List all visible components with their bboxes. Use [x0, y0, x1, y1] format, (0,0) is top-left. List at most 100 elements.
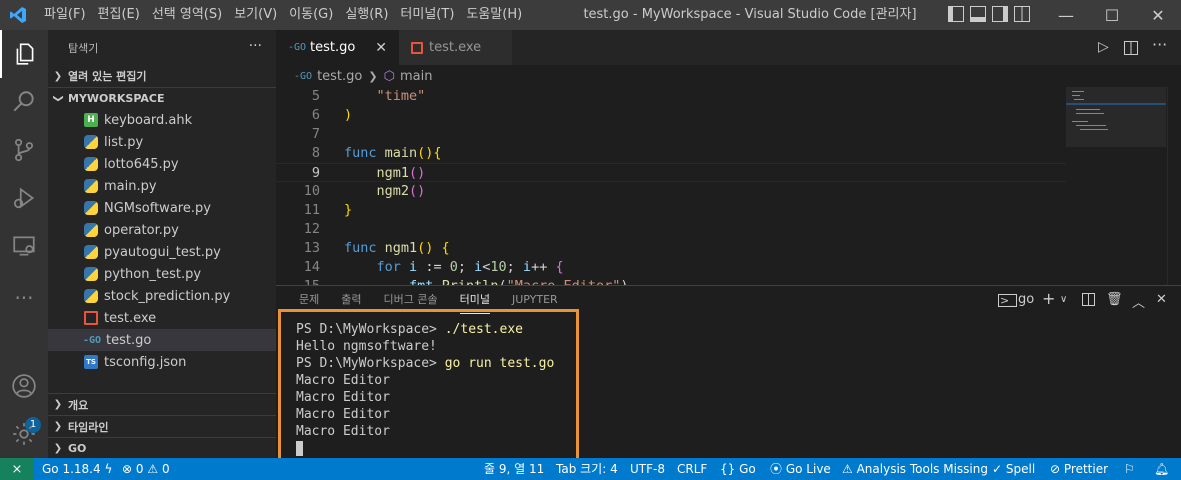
- go-section[interactable]: ❯ GO: [48, 438, 276, 460]
- terminal-name[interactable]: go: [1018, 292, 1034, 307]
- split-terminal-icon[interactable]: [1082, 293, 1095, 306]
- file-item[interactable]: test.exe: [48, 307, 276, 329]
- file-item[interactable]: -GO test.go: [48, 329, 276, 351]
- close-tab-icon[interactable]: ✕: [375, 40, 387, 56]
- toggle-panel-icon[interactable]: [970, 6, 986, 22]
- file-item[interactable]: operator.py: [48, 219, 276, 241]
- menu-file[interactable]: 파일(F): [38, 0, 92, 30]
- encoding[interactable]: UTF-8: [630, 458, 665, 480]
- file-item[interactable]: python_test.py: [48, 263, 276, 285]
- accounts-icon[interactable]: [0, 362, 48, 410]
- timeline-section[interactable]: ❯ 타임라인: [48, 416, 276, 438]
- maximize-panel-icon[interactable]: ︿: [1132, 292, 1145, 311]
- go-version-label: Go 1.18.4: [42, 462, 101, 476]
- end-of-line[interactable]: CRLF: [677, 458, 707, 480]
- run-file-icon[interactable]: ▷: [1098, 39, 1109, 55]
- chevron-down-icon[interactable]: ∨: [1060, 294, 1067, 305]
- sidebar-more-icon[interactable]: ···: [249, 38, 262, 54]
- source-control-icon[interactable]: [0, 126, 48, 174]
- tab-label: test.go: [310, 40, 356, 55]
- cursor-position[interactable]: 줄 9, 열 11: [484, 458, 544, 480]
- python-file-icon: [84, 289, 98, 303]
- close-panel-icon[interactable]: ✕: [1156, 292, 1167, 307]
- menu-selection[interactable]: 선택 영역(S): [146, 0, 228, 30]
- spell-check-button[interactable]: ✓ Spell: [992, 458, 1035, 480]
- file-item[interactable]: pyautogui_test.py: [48, 241, 276, 263]
- line-number: 5: [311, 88, 320, 104]
- timeline-label: 타임라인: [68, 420, 109, 434]
- notifications-bell-icon[interactable]: 🔔︎: [1154, 458, 1169, 480]
- file-name: main.py: [104, 178, 157, 194]
- minimap[interactable]: [1066, 87, 1181, 285]
- window-title: test.go - MyWorkspace - Visual Studio Co…: [583, 7, 917, 22]
- language-label: Go: [739, 462, 756, 476]
- tab-test-go[interactable]: -GO test.go ✕: [276, 30, 399, 65]
- menu-edit[interactable]: 편집(E): [92, 0, 146, 30]
- minimize-button[interactable]: —: [1043, 0, 1089, 30]
- trash-icon[interactable]: 🗑: [1106, 292, 1123, 307]
- menu-go[interactable]: 이동(G): [283, 0, 339, 30]
- activity-bar: ··· 1: [0, 30, 48, 458]
- terminal-line: Macro Editor: [296, 423, 576, 440]
- outline-section[interactable]: ❯ 개요: [48, 394, 276, 416]
- file-item[interactable]: lotto645.py: [48, 153, 276, 175]
- close-window-button[interactable]: ✕: [1135, 0, 1181, 30]
- code-function: ngm1: [376, 165, 410, 181]
- remote-indicator-button[interactable]: ⨯: [0, 458, 34, 480]
- breadcrumb-symbol[interactable]: main: [400, 69, 432, 84]
- code-line: 15 fmt.Println("Macro Editor"): [276, 277, 1066, 285]
- run-debug-icon[interactable]: [0, 174, 48, 222]
- minimap-slider[interactable]: [1066, 87, 1166, 147]
- open-editors-section[interactable]: ❯ 열려 있는 편집기: [48, 65, 276, 87]
- split-editor-icon[interactable]: [1124, 41, 1138, 55]
- explorer-icon[interactable]: [0, 30, 48, 78]
- code-line: 13 func ngm1() {: [276, 239, 1066, 258]
- go-live-button[interactable]: ⦿ Go Live: [770, 458, 831, 480]
- tab-test-exe[interactable]: test.exe: [399, 30, 512, 65]
- analysis-tools-warning[interactable]: ⚠ Analysis Tools Missing: [842, 458, 988, 480]
- problems-indicator[interactable]: ⊗ 0 ⚠ 0: [122, 458, 170, 480]
- line-number: 6: [311, 107, 320, 123]
- remote-explorer-icon[interactable]: [0, 222, 48, 270]
- new-terminal-icon[interactable]: +: [1042, 289, 1055, 308]
- code-bracket: (): [409, 165, 426, 181]
- toggle-secondary-sidebar-icon[interactable]: [992, 6, 1008, 22]
- go-version[interactable]: Go 1.18.4 ϟ: [42, 458, 112, 480]
- menu-help[interactable]: 도움말(H): [460, 0, 528, 30]
- terminal[interactable]: PS D:\MyWorkspace> ./test.exe Hello ngms…: [278, 309, 579, 461]
- workspace-section[interactable]: ❯ MYWORKSPACE: [48, 87, 276, 109]
- file-item[interactable]: TS tsconfig.json: [48, 351, 276, 373]
- file-item[interactable]: Hkeyboard.ahk: [48, 109, 276, 131]
- menu-terminal[interactable]: 터미널(T): [394, 0, 460, 30]
- search-icon[interactable]: [0, 78, 48, 126]
- file-item[interactable]: stock_prediction.py: [48, 285, 276, 307]
- code-bracket: {: [555, 259, 564, 275]
- go-live-label: Go Live: [785, 462, 831, 476]
- menu-run[interactable]: 실행(R): [339, 0, 394, 30]
- more-actions-icon[interactable]: ···: [1152, 35, 1167, 54]
- file-item[interactable]: list.py: [48, 131, 276, 153]
- code-editor[interactable]: 5 "time" 6) 7 8 func main(){ 9 ngm1() 10 …: [276, 87, 1066, 285]
- breadcrumb-file[interactable]: test.go: [317, 69, 362, 84]
- settings-gear-icon[interactable]: [0, 410, 48, 458]
- editor-scrollbar[interactable]: [1167, 87, 1181, 285]
- python-file-icon: [84, 157, 98, 171]
- code-function: ngm1: [384, 240, 418, 256]
- feedback-icon[interactable]: ⚐: [1124, 458, 1135, 480]
- minimap-line: [1076, 125, 1106, 126]
- tab-size[interactable]: Tab 크기: 4: [556, 458, 618, 480]
- prettier-button[interactable]: ⊘ Prettier: [1050, 458, 1108, 480]
- file-name: test.go: [106, 332, 152, 348]
- editor-group: -GO test.go ✕ test.exe ▷ ··· -GO test.go…: [276, 30, 1181, 285]
- file-item[interactable]: NGMsoftware.py: [48, 197, 276, 219]
- language-mode[interactable]: {} Go: [720, 458, 756, 480]
- menu-view[interactable]: 보기(V): [228, 0, 283, 30]
- maximize-button[interactable]: ☐: [1089, 0, 1135, 30]
- more-views-icon[interactable]: ···: [0, 274, 48, 322]
- customize-layout-icon[interactable]: [1014, 6, 1030, 22]
- toggle-sidebar-icon[interactable]: [948, 6, 964, 22]
- code-text: func main(){: [320, 144, 442, 163]
- file-name: NGMsoftware.py: [104, 200, 211, 216]
- file-item[interactable]: main.py: [48, 175, 276, 197]
